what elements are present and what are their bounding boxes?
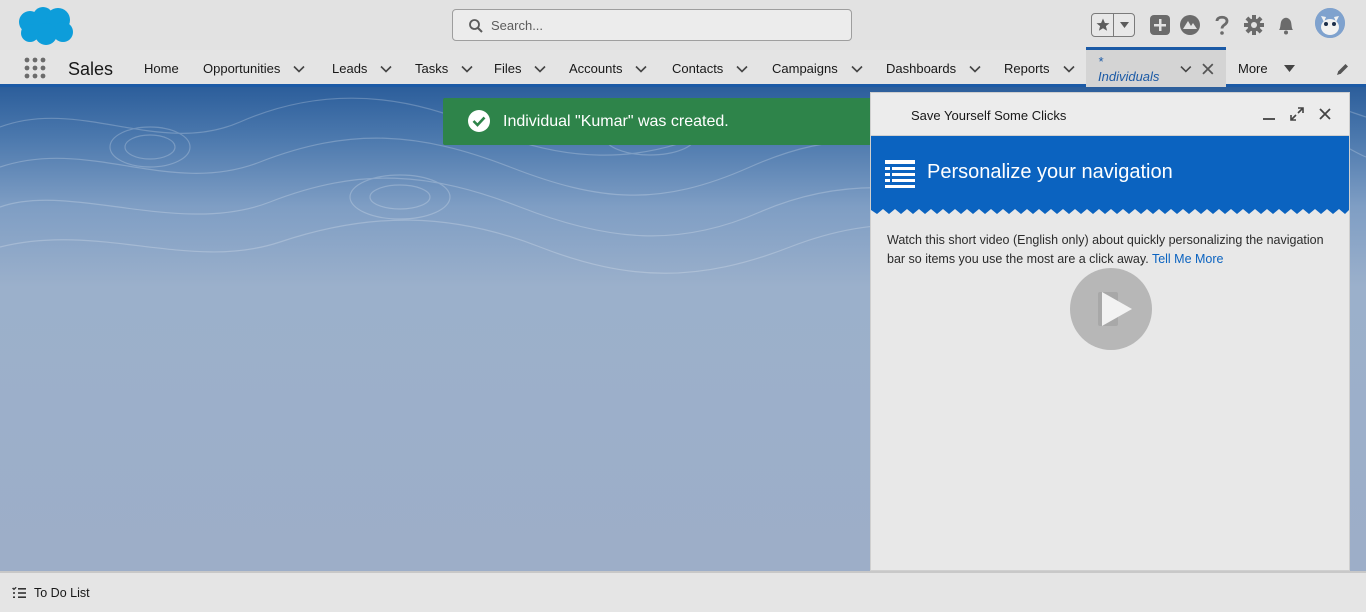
help-panel-banner-title: Personalize your navigation	[927, 161, 1173, 183]
global-search-box[interactable]: Search...	[452, 9, 852, 41]
help-icon[interactable]	[1210, 13, 1234, 37]
video-play-button[interactable]	[1070, 268, 1152, 350]
nav-more-label: More	[1238, 61, 1268, 76]
trailhead-icon[interactable]	[1178, 13, 1202, 37]
nav-item-label: Home	[144, 61, 179, 76]
navigation-list-icon	[885, 160, 915, 188]
nav-item-label: Opportunities	[203, 61, 281, 76]
nav-item-dashboards[interactable]: Dashboards	[886, 50, 982, 87]
help-panel-title: Save Yourself Some Clicks	[911, 108, 1067, 123]
help-panel-description: Watch this short video (English only) ab…	[887, 233, 1324, 266]
nav-item-campaigns[interactable]: Campaigns	[772, 50, 864, 87]
favorites-menu-chevron-icon[interactable]	[1114, 14, 1134, 36]
nav-item-label: Tasks	[415, 61, 449, 76]
nav-item-label: Dashboards	[886, 61, 957, 76]
help-panel: Save Yourself Some Clicks Personalize yo…	[870, 92, 1350, 571]
favorites-button-group[interactable]	[1091, 13, 1135, 37]
chevron-down-icon[interactable]	[379, 62, 393, 76]
notifications-bell-icon[interactable]	[1274, 13, 1298, 37]
chevron-down-icon[interactable]	[533, 62, 547, 76]
nav-item-tasks[interactable]: Tasks	[415, 50, 474, 87]
edit-pencil-icon[interactable]	[1336, 62, 1350, 76]
play-icon	[1098, 292, 1132, 326]
caret-down-icon	[1283, 65, 1295, 72]
chevron-down-icon[interactable]	[634, 62, 648, 76]
app-name: Sales	[68, 59, 114, 79]
nav-item-opportunities[interactable]: Opportunities	[203, 50, 306, 87]
chevron-down-icon[interactable]	[460, 62, 474, 76]
tab-individuals[interactable]: * Individuals	[1086, 47, 1226, 87]
nav-item-leads[interactable]: Leads	[332, 50, 393, 87]
nav-item-label: Accounts	[569, 61, 623, 76]
nav-item-home[interactable]: Home	[144, 50, 179, 87]
user-avatar[interactable]	[1313, 6, 1347, 40]
search-placeholder: Search...	[491, 18, 544, 33]
search-icon	[469, 19, 483, 33]
chevron-down-icon[interactable]	[1062, 62, 1076, 76]
utility-bar: To Do List	[0, 571, 1366, 612]
success-toast: Individual "Kumar" was created.	[443, 98, 923, 145]
nav-item-label: Contacts	[672, 61, 724, 76]
app-launcher-icon[interactable]	[23, 56, 47, 80]
chevron-down-icon[interactable]	[850, 62, 864, 76]
minimize-icon[interactable]	[1261, 106, 1277, 122]
expand-icon[interactable]	[1289, 106, 1305, 122]
close-tab-icon[interactable]	[1202, 62, 1214, 75]
global-header: Search...	[0, 0, 1366, 50]
chevron-down-icon[interactable]	[292, 62, 306, 76]
navigation-bar: Sales Home Opportunities Leads Tasks Fil…	[0, 47, 1366, 87]
global-add-icon[interactable]	[1148, 13, 1172, 37]
nav-item-label: Reports	[1004, 61, 1050, 76]
chevron-down-icon[interactable]	[1179, 62, 1193, 76]
nav-item-label: Campaigns	[772, 61, 838, 76]
close-icon[interactable]	[1317, 106, 1333, 122]
tab-individuals-label: * Individuals	[1098, 53, 1160, 84]
toast-message: Individual "Kumar" was created.	[503, 113, 729, 130]
salesforce-logo[interactable]	[16, 6, 74, 46]
todo-list-label: To Do List	[34, 586, 90, 600]
banner-zigzag-edge	[871, 209, 1349, 215]
todo-list-button[interactable]: To Do List	[12, 586, 90, 600]
nav-item-accounts[interactable]: Accounts	[569, 50, 648, 87]
help-panel-header: Save Yourself Some Clicks	[871, 93, 1349, 136]
success-check-icon	[468, 110, 490, 132]
nav-item-label: Leads	[332, 61, 368, 76]
favorites-star-icon[interactable]	[1092, 14, 1114, 36]
nav-more-menu[interactable]: More	[1238, 50, 1295, 87]
nav-item-label: Files	[494, 61, 522, 76]
nav-item-contacts[interactable]: Contacts	[672, 50, 749, 87]
todo-list-icon	[12, 587, 26, 598]
tell-me-more-link[interactable]: Tell Me More	[1152, 252, 1224, 266]
help-panel-body: Watch this short video (English only) ab…	[887, 231, 1327, 269]
chevron-down-icon[interactable]	[735, 62, 749, 76]
nav-item-reports[interactable]: Reports	[1004, 50, 1076, 87]
nav-item-files[interactable]: Files	[494, 50, 547, 87]
help-panel-banner: Personalize your navigation	[871, 136, 1349, 215]
chevron-down-icon[interactable]	[968, 62, 982, 76]
setup-gear-icon[interactable]	[1242, 13, 1266, 37]
